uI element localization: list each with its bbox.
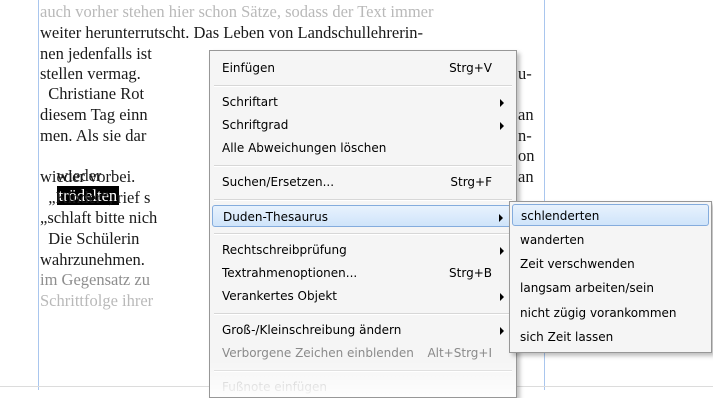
synonym-item[interactable]: schlenderten — [512, 204, 709, 226]
menu-separator — [214, 85, 512, 87]
menu-item-shortcut: Strg+V — [449, 61, 492, 75]
menu-item-shortcut: Strg+F — [450, 175, 492, 189]
submenu-arrow-icon — [500, 327, 504, 335]
menu-item-duden-thesaurus[interactable]: Duden-Thesaurus — [212, 205, 514, 227]
menu-item-shortcut: Strg+B — [449, 266, 492, 280]
menu-item-schriftgrad[interactable]: Schriftgrad — [212, 114, 514, 136]
menu-item-einfuegen[interactable]: Einfügen Strg+V — [212, 57, 514, 79]
text-line: diesem Tag einn — [40, 105, 148, 124]
synonym-item[interactable]: nicht zügig vorankommen — [512, 302, 709, 324]
text-line: „Kinder“, rief s — [40, 188, 151, 207]
submenu-arrow-icon — [500, 99, 504, 107]
menu-item-textrahmenoptionen[interactable]: Textrahmenoptionen... Strg+B — [212, 262, 514, 284]
menu-item-label: Schriftart — [222, 95, 278, 109]
text-line: wahrzunehmen. — [40, 250, 145, 269]
text-line-fragment: u- — [518, 64, 532, 83]
synonym-label: schlenderten — [521, 209, 600, 223]
text-line-fragment: n- — [518, 126, 532, 145]
menu-item-label: Suchen/Ersetzen... — [222, 175, 335, 189]
text-line: nen jedenfalls ist — [40, 44, 152, 63]
synonym-item[interactable]: sich Zeit lassen — [512, 326, 709, 348]
menu-item-label: Fußnote einfügen — [222, 380, 328, 394]
text-line: auch vorher stehen hier schon Sätze, sod… — [40, 2, 434, 21]
menu-item-label: Verankertes Objekt — [222, 289, 337, 303]
text-line-fragment: on — [518, 146, 535, 165]
synonym-item[interactable]: wanderten — [512, 229, 709, 251]
text-line: weiter herunterrutscht. Das Leben von La… — [40, 23, 424, 42]
menu-item-alle-abweichungen-loeschen[interactable]: Alle Abweichungen löschen — [212, 137, 514, 159]
menu-separator — [214, 233, 512, 235]
menu-item-label: Groß-/Kleinschreibung ändern — [222, 323, 402, 337]
menu-item-rechtschreibpruefung[interactable]: Rechtschreibprüfung — [212, 239, 514, 261]
menu-item-verankertes-objekt[interactable]: Verankertes Objekt — [212, 285, 514, 307]
menu-item-label: Einfügen — [222, 61, 275, 75]
synonym-label: nicht zügig vorankommen — [520, 306, 677, 320]
thesaurus-submenu: schlenderten wanderten Zeit verschwenden… — [509, 201, 712, 353]
menu-item-gross-kleinschreibung[interactable]: Groß-/Kleinschreibung ändern — [212, 319, 514, 341]
menu-item-schriftart[interactable]: Schriftart — [212, 91, 514, 113]
menu-item-fussnote-einfuegen[interactable]: Fußnote einfügen — [212, 376, 514, 398]
context-menu: Einfügen Strg+V Schriftart Schriftgrad A… — [209, 50, 517, 398]
text-line: stellen vermag. — [40, 64, 141, 83]
synonym-label: langsam arbeiten/sein — [520, 281, 654, 295]
text-line: men. Als sie dar — [40, 126, 147, 145]
submenu-arrow-icon — [500, 122, 504, 130]
submenu-arrow-icon — [499, 214, 503, 222]
text-line: „schlaft bitte nich — [40, 208, 158, 227]
menu-separator — [214, 199, 512, 201]
synonym-label: sich Zeit lassen — [520, 330, 614, 344]
submenu-arrow-icon — [500, 293, 504, 301]
text-line-fragment: an — [518, 167, 534, 186]
menu-separator — [214, 165, 512, 167]
text-line: wieder vorbei. — [40, 167, 136, 186]
synonym-item[interactable]: langsam arbeiten/sein — [512, 277, 709, 299]
text-line: Die Schülerin — [40, 229, 140, 248]
synonym-label: wanderten — [520, 233, 585, 247]
submenu-arrow-icon — [500, 247, 504, 255]
menu-item-label: Schriftgrad — [222, 118, 289, 132]
menu-item-label: Rechtschreibprüfung — [222, 243, 347, 257]
synonym-label: Zeit verschwenden — [520, 257, 635, 271]
menu-separator — [214, 370, 512, 372]
text-line: Schrittfolge ihrer — [40, 291, 154, 310]
menu-item-suchen-ersetzen[interactable]: Suchen/Ersetzen... Strg+F — [212, 171, 514, 193]
text-line: im Gegensatz zu — [40, 270, 150, 289]
menu-item-label: Alle Abweichungen löschen — [222, 141, 387, 155]
menu-item-label: Textrahmenoptionen... — [222, 266, 358, 280]
menu-item-verborgene-zeichen[interactable]: Verborgene Zeichen einblenden Alt+Strg+I — [212, 342, 514, 364]
menu-item-shortcut: Alt+Strg+I — [427, 346, 492, 360]
menu-separator — [214, 313, 512, 315]
menu-item-label: Duden-Thesaurus — [223, 210, 328, 224]
text-line-fragment: an — [518, 105, 534, 124]
synonym-item[interactable]: Zeit verschwenden — [512, 253, 709, 275]
text-line: Christiane Rot — [40, 84, 145, 103]
menu-item-label: Verborgene Zeichen einblenden — [222, 346, 414, 360]
